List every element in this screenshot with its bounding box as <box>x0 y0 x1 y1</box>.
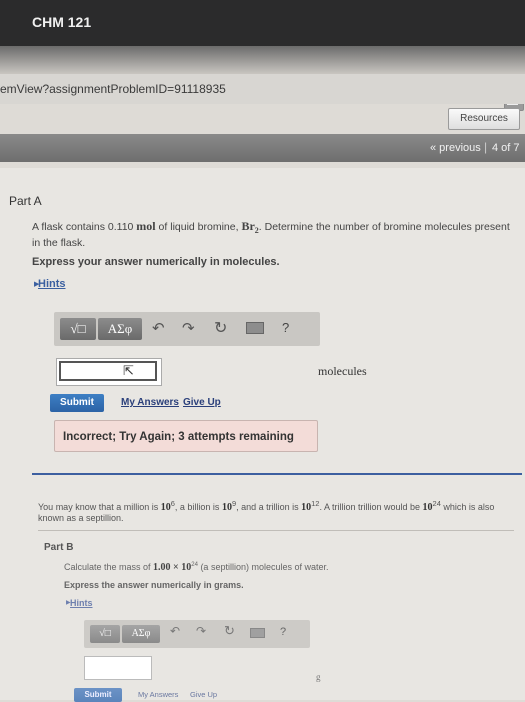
part-a-instruction: Express your answer numerically in molec… <box>32 256 280 268</box>
part-b-question: Calculate the mass of 1.00 × 1024 (a sep… <box>64 562 484 573</box>
intro-paragraph: You may know that a million is 106, a bi… <box>38 498 516 524</box>
reset-icon[interactable]: ↻ <box>214 318 227 338</box>
question-quantity: 1.00 × 10 <box>153 562 192 573</box>
answer-units: molecules <box>318 364 367 378</box>
exponent: 24 <box>191 562 198 568</box>
resources-button[interactable]: Resources <box>448 108 520 130</box>
symbols-button[interactable]: ΑΣφ <box>98 318 142 340</box>
my-answers-link[interactable]: My Answers <box>138 690 178 699</box>
answer-input[interactable] <box>84 656 152 680</box>
browser-tab-bar: CHM 121 <box>0 0 525 46</box>
keyboard-icon[interactable] <box>250 628 265 638</box>
undo-icon[interactable]: ↶ <box>152 319 165 337</box>
math-toolbar: √□ ΑΣφ ↶ ↷ ↻ ? <box>84 620 310 648</box>
question-unit: mol <box>136 219 156 233</box>
intro-text: , and a trillion is <box>236 502 302 512</box>
power-trillion: 10 <box>301 502 312 513</box>
reset-icon[interactable]: ↻ <box>224 623 235 639</box>
hints-link[interactable]: Hints <box>38 278 66 290</box>
mouse-cursor-icon: ⇱ <box>123 363 134 378</box>
intro-text: You may know that a million is <box>38 502 161 512</box>
help-icon[interactable]: ? <box>280 626 286 638</box>
feedback-message: Incorrect; Try Again; 3 attempts remaini… <box>54 420 318 452</box>
tab-title[interactable]: CHM 121 <box>32 14 91 30</box>
keyboard-icon[interactable] <box>246 322 264 334</box>
template-button[interactable]: √□ <box>60 318 96 340</box>
nav-separator: | <box>484 140 488 154</box>
undo-icon[interactable]: ↶ <box>170 624 180 638</box>
give-up-link[interactable]: Give Up <box>183 397 221 408</box>
browser-toolbar: ▬ <box>0 46 525 111</box>
input-focus-ring <box>59 361 157 381</box>
symbols-button[interactable]: ΑΣφ <box>122 625 160 643</box>
part-a-question: A flask contains 0.110 mol of liquid bro… <box>32 220 512 250</box>
power-million: 10 <box>160 502 171 513</box>
question-text: (a septillion) molecules of water. <box>197 562 329 572</box>
hints-link[interactable]: Hints <box>70 598 93 608</box>
part-b-instruction: Express the answer numerically in grams. <box>64 580 244 590</box>
math-toolbar: √□ ΑΣφ ↶ ↷ ↻ ? <box>54 312 320 346</box>
question-text: of liquid bromine, <box>155 221 242 233</box>
intro-text: . A trillion trillion would be <box>319 502 423 512</box>
power-billion: 10 <box>221 502 232 513</box>
submit-button[interactable]: Submit <box>50 394 104 412</box>
my-answers-link[interactable]: My Answers <box>121 397 179 408</box>
question-formula: Br <box>241 219 255 233</box>
answer-units: g <box>316 672 321 682</box>
redo-icon[interactable]: ↷ <box>182 319 195 337</box>
part-divider <box>38 530 514 531</box>
url-text: emView?assignmentProblemID=91118935 <box>0 82 226 96</box>
part-b-title: Part B <box>44 542 74 553</box>
problem-nav: « previous | 4 of 7 <box>0 134 525 162</box>
question-text: A flask contains 0.110 <box>32 221 137 233</box>
power-septillion: 10 <box>422 502 433 513</box>
section-divider <box>32 473 522 475</box>
page-indicator: 4 of 7 <box>492 142 520 154</box>
part-a-title: Part A <box>9 194 42 208</box>
address-bar[interactable]: emView?assignmentProblemID=91118935 <box>0 74 525 104</box>
give-up-link[interactable]: Give Up <box>190 690 217 699</box>
template-button[interactable]: √□ <box>90 625 120 643</box>
help-icon[interactable]: ? <box>282 320 289 335</box>
exponent: 24 <box>432 499 441 508</box>
intro-text: , a billion is <box>174 502 222 512</box>
answer-input[interactable]: ⇱ <box>56 358 162 386</box>
problem-content: Part A A flask contains 0.110 mol of liq… <box>0 168 525 702</box>
redo-icon[interactable]: ↷ <box>196 624 206 638</box>
question-text: Calculate the mass of <box>64 562 154 572</box>
previous-link[interactable]: « previous <box>430 142 481 154</box>
